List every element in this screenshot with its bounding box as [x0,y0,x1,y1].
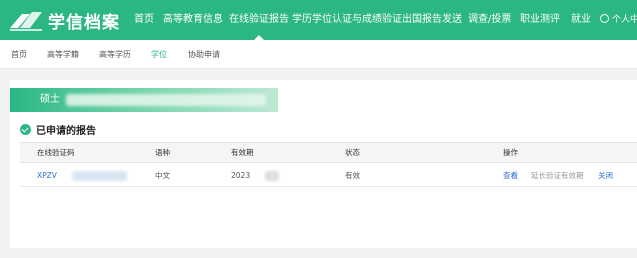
nav-item-higher-education-info[interactable]: 高等教育信息 [163,0,223,40]
redacted-code [72,171,127,181]
language-cell: 中文 [155,171,170,180]
check-circle-icon [20,123,31,135]
subnav-item-academic-degree[interactable]: 学位 [151,40,167,69]
redacted-degree-info [66,94,266,106]
main-panel: 硕士 已申请的报告 在线验证码 语种 有效期 状态 操作 XPZV 中文 202… [10,80,637,248]
reports-table-header: 在线验证码 语种 有效期 状态 操作 [20,142,637,163]
table-row: XPZV 中文 2023 有效 查看 延长验证有效期 关闭 [20,165,637,187]
verification-code: XPZV [37,165,127,186]
logo[interactable]: 学信档案 [8,6,120,34]
degree-banner: 硕士 [10,88,278,112]
view-report-link[interactable]: 查看 [503,165,518,186]
user-center-label: 个人中 [612,15,637,25]
top-nav-bar: 学信档案 首页 高等教育信息 在线验证报告 学历学位认证与成绩验证 出国报告发送… [0,0,637,40]
close-report-link[interactable]: 关闭 [598,165,613,186]
subnav-item-higher-degree-record[interactable]: 高等学历 [99,40,131,69]
degree-label: 硕士 [40,94,60,105]
validity-cell: 2023 [231,165,279,186]
nav-item-employment[interactable]: 就业 [571,0,591,40]
nav-item-home[interactable]: 首页 [134,0,154,40]
nav-item-degree-certification[interactable]: 学历学位认证与成绩验证 [292,0,402,40]
redacted-date [265,171,279,181]
subnav-item-higher-enrollment[interactable]: 高等学籍 [47,40,79,69]
extend-validity-link[interactable]: 延长验证有效期 [531,165,584,186]
logo-text: 学信档案 [48,12,120,33]
nav-item-career-assessment[interactable]: 职业测评 [520,0,560,40]
sub-nav-bar: 首页 高等学籍 高等学历 学位 协助申请 [0,40,637,69]
column-header-status: 状态 [345,148,360,157]
column-header-validity: 有效期 [231,148,254,157]
verification-code-text: XPZV [37,171,57,180]
user-center-link[interactable]: 个人中 [600,0,637,40]
user-icon [600,14,609,23]
nav-item-overseas-report[interactable]: 出国报告发送 [402,0,462,40]
applied-reports-title: 已申请的报告 [36,125,96,137]
subnav-item-assist-apply[interactable]: 协助申请 [188,40,220,69]
column-header-actions: 操作 [503,148,518,157]
nav-item-survey-vote[interactable]: 调查/投票 [468,0,511,40]
nav-item-online-verification-report[interactable]: 在线验证报告 [229,0,289,40]
status-cell: 有效 [345,171,360,180]
column-header-language: 语种 [155,148,170,157]
applied-reports-header: 已申请的报告 [20,122,96,137]
subnav-item-home[interactable]: 首页 [11,40,27,69]
validity-text: 2023 [231,171,251,180]
logo-book-icon [10,12,42,31]
column-header-code: 在线验证码 [37,148,75,157]
